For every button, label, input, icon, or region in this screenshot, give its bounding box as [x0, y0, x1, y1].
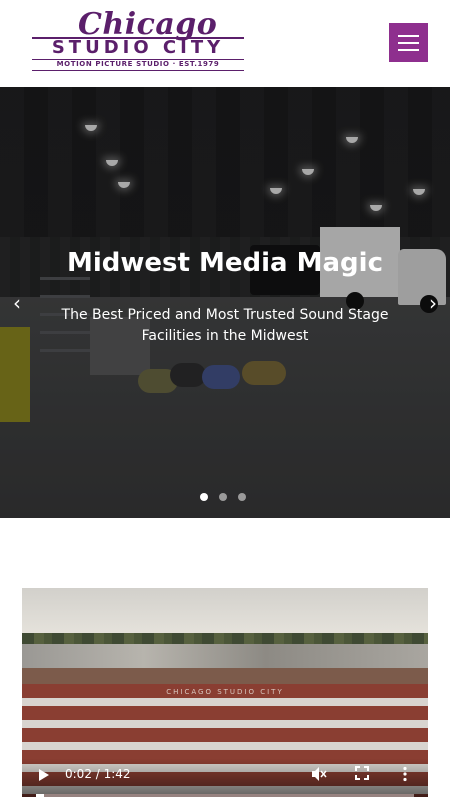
muted-volume-icon [312, 767, 327, 781]
video-frame-building-sign: CHICAGO STUDIO CITY [166, 688, 284, 696]
video-frame-city [22, 644, 428, 670]
fullscreen-icon [355, 766, 369, 780]
slider-prev-arrow-icon[interactable]: ‹ [7, 293, 27, 313]
hero-slider: Midwest Media Magic The Best Priced and … [0, 87, 450, 518]
logo-rule [32, 70, 244, 71]
video-player[interactable]: CHICAGO STUDIO CITY 0:02 / 1:42 [22, 588, 428, 797]
play-button[interactable] [38, 768, 50, 782]
logo-main-text: STUDIO CITY [51, 37, 225, 58]
logo-tagline: MOTION PICTURE STUDIO · EST.1979 [56, 60, 220, 68]
hero-overlay [0, 87, 450, 518]
play-icon [39, 769, 49, 781]
slider-dot-2[interactable] [219, 493, 227, 501]
site-logo[interactable]: Chicago STUDIO CITY MOTION PICTURE STUDI… [22, 7, 254, 72]
slider-dot-1[interactable] [200, 493, 208, 501]
hero-title: Midwest Media Magic [67, 248, 383, 278]
video-frame-sky [22, 588, 428, 636]
hamburger-menu-icon [398, 34, 419, 37]
more-options-button[interactable] [402, 766, 408, 782]
site-header: Chicago STUDIO CITY MOTION PICTURE STUDI… [0, 0, 450, 87]
hero-subtitle: The Best Priced and Most Trusted Sound S… [61, 307, 389, 344]
hamburger-menu-icon [398, 41, 419, 44]
slider-dot-3[interactable] [238, 493, 246, 501]
video-controls: 0:02 / 1:42 [22, 758, 428, 797]
video-time-display: 0:02 / 1:42 [65, 767, 131, 781]
slider-next-arrow-icon[interactable]: › [423, 293, 443, 313]
slider-dots [200, 493, 254, 503]
mute-button[interactable] [311, 766, 327, 782]
hamburger-menu-icon [398, 48, 419, 51]
more-options-icon [403, 766, 407, 782]
fullscreen-button[interactable] [355, 766, 369, 780]
hamburger-menu-button[interactable] [389, 23, 428, 62]
